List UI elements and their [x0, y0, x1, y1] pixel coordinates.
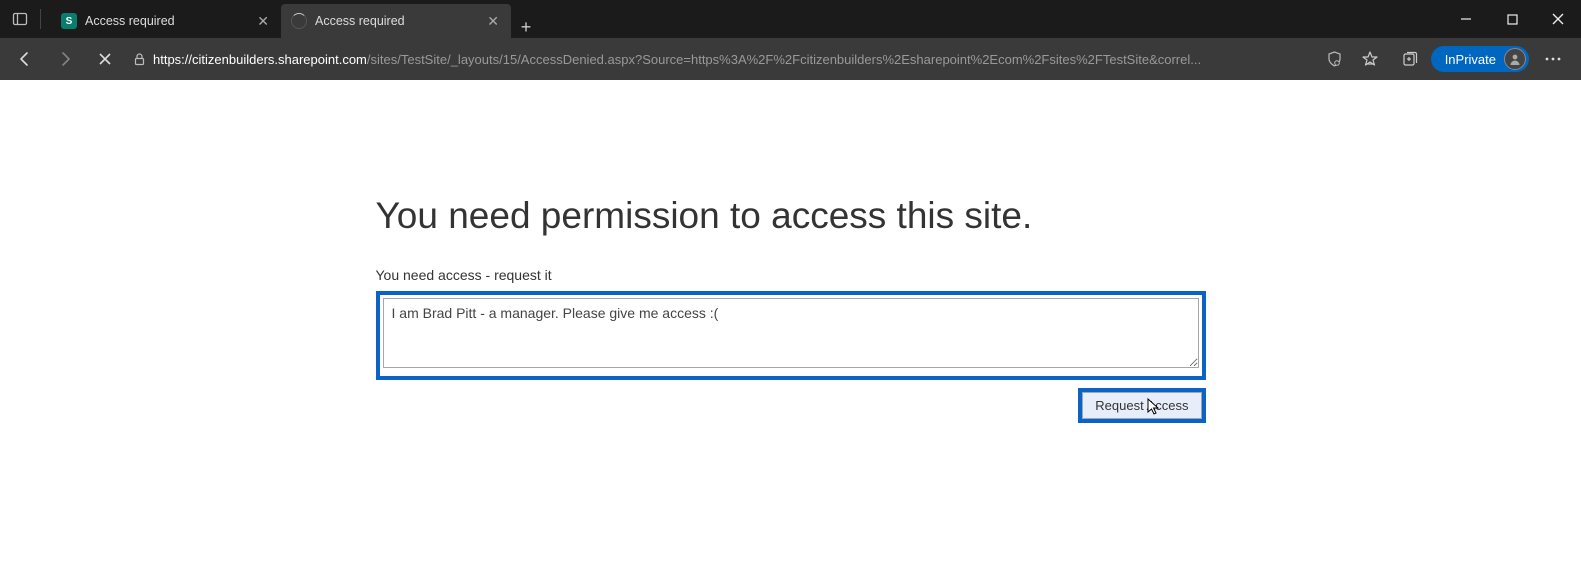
collections-button[interactable]	[1391, 42, 1429, 76]
profile-avatar-icon	[1504, 48, 1526, 70]
maximize-button[interactable]	[1489, 0, 1535, 38]
tab-2[interactable]: Access required ✕	[281, 4, 511, 38]
access-request-form: You need permission to access this site.…	[376, 195, 1206, 575]
loading-icon	[291, 13, 307, 29]
url-text: https://citizenbuilders.sharepoint.com/s…	[153, 52, 1320, 67]
tab-1[interactable]: S Access required ✕	[51, 4, 281, 38]
tracking-prevention-icon[interactable]	[1326, 51, 1343, 68]
close-window-button[interactable]	[1535, 0, 1581, 38]
address-bar[interactable]: https://citizenbuilders.sharepoint.com/s…	[126, 44, 1349, 74]
back-button[interactable]	[6, 42, 44, 76]
textarea-highlight	[376, 291, 1206, 380]
new-tab-button[interactable]: +	[511, 17, 541, 38]
tab-title: Access required	[315, 14, 477, 28]
tab-strip: S Access required ✕ Access required ✕ +	[51, 0, 541, 38]
page-content: You need permission to access this site.…	[0, 80, 1581, 575]
browser-toolbar: https://citizenbuilders.sharepoint.com/s…	[0, 38, 1581, 80]
tab-actions-icon[interactable]	[8, 7, 32, 31]
favorites-button[interactable]	[1351, 42, 1389, 76]
page-headline: You need permission to access this site.	[376, 195, 1206, 237]
request-message-textarea[interactable]	[383, 298, 1199, 368]
stop-reload-button[interactable]	[86, 42, 124, 76]
close-tab-icon[interactable]: ✕	[255, 11, 271, 32]
close-tab-icon[interactable]: ✕	[485, 11, 501, 32]
more-menu-button[interactable]	[1531, 42, 1575, 76]
request-access-button[interactable]: Request Access	[1082, 392, 1201, 419]
sharepoint-icon: S	[61, 13, 77, 29]
button-highlight: Request Access	[1078, 388, 1205, 423]
forward-button[interactable]	[46, 42, 84, 76]
window-caption-buttons	[1443, 0, 1581, 38]
inprivate-label: InPrivate	[1445, 52, 1496, 67]
tab-title: Access required	[85, 14, 247, 28]
inprivate-indicator[interactable]: InPrivate	[1431, 46, 1529, 72]
browser-titlebar: S Access required ✕ Access required ✕ +	[0, 0, 1581, 38]
minimize-button[interactable]	[1443, 0, 1489, 38]
page-subtext: You need access - request it	[376, 267, 1206, 283]
site-info-icon[interactable]	[132, 52, 147, 67]
